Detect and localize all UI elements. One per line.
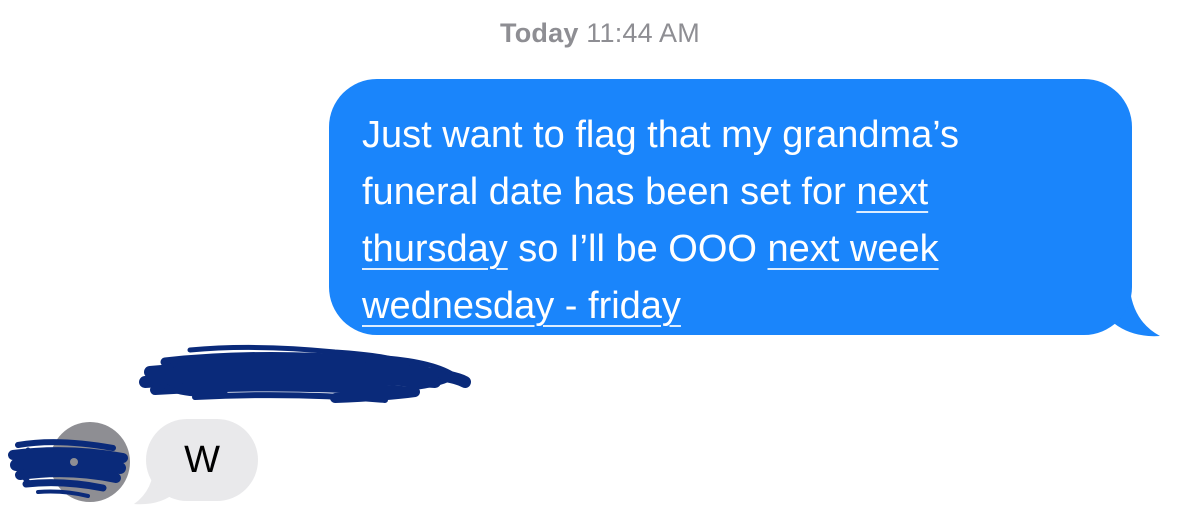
date-link-wednesday-friday[interactable]: wednesday - friday [362,285,681,327]
timestamp-day: Today [500,18,579,48]
message-timestamp: Today 11:44 AM [0,18,1200,49]
date-link-next-thursday-cont[interactable]: thursday [362,228,508,270]
message-line: funeral date has been set for next [362,164,1102,221]
incoming-message-bubble[interactable]: W [146,419,258,501]
incoming-message-text: W [184,438,220,481]
message-line: thursday so I’ll be OOO next week [362,221,1102,278]
message-line: Just want to flag that my grandma’s [362,107,1102,164]
avatar[interactable] [8,420,133,505]
message-text: funeral date has been set for [362,171,857,213]
outgoing-message-bubble[interactable]: Just want to flag that my grandma’s fune… [329,79,1132,335]
message-line: wednesday - friday [362,278,1102,335]
timestamp-time: 11:44 AM [586,18,700,48]
date-link-next-thursday[interactable]: next [856,171,928,213]
message-text: so I’ll be OOO [507,228,768,270]
redacted-sender-name [139,344,471,403]
message-text: Just want to flag that my grandma’s [362,114,960,156]
date-link-next-week[interactable]: next week [768,228,939,270]
